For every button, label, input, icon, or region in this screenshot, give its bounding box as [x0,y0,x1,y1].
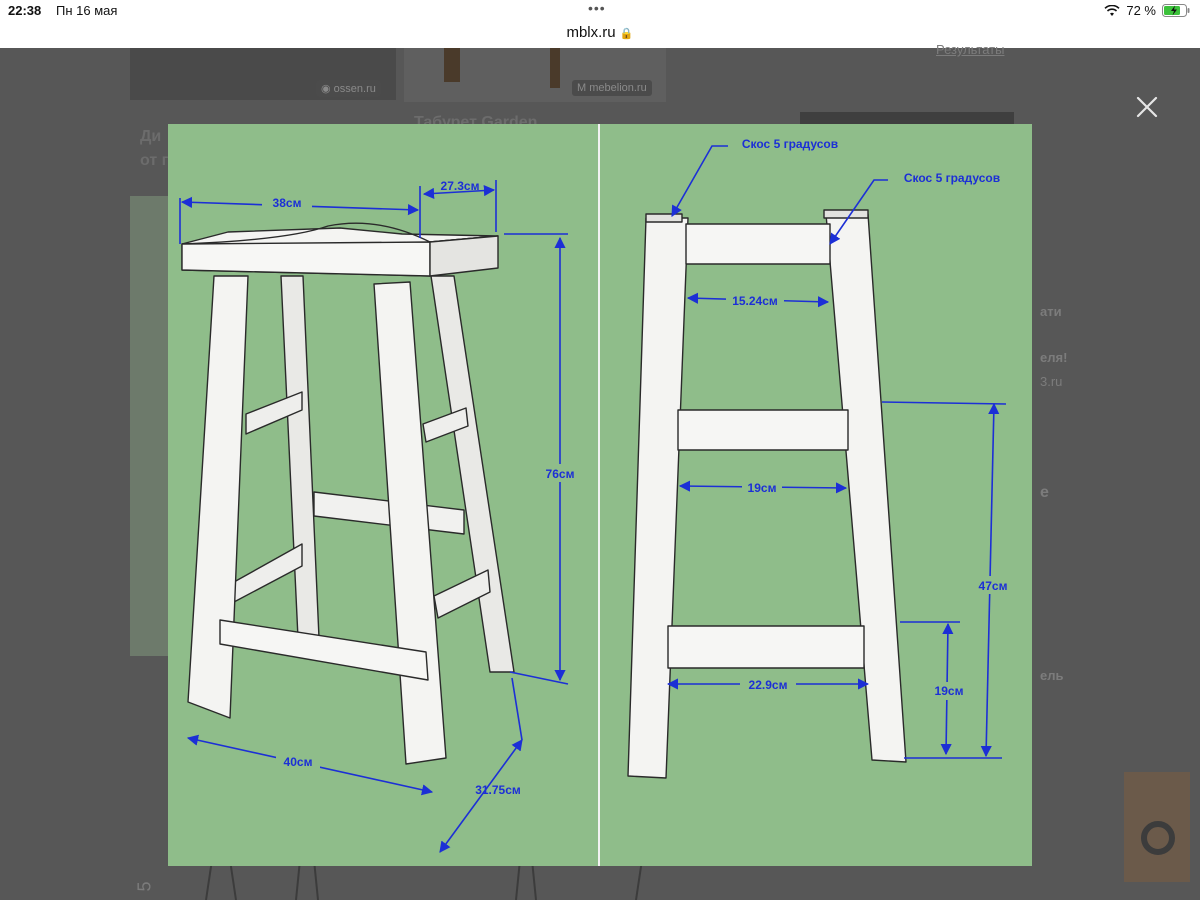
source-left-text: ossen.ru [333,83,376,95]
url-text[interactable]: mblx.ru 🔒 [0,24,1200,41]
lock-icon: 🔒 [619,28,634,40]
close-lightbox-button[interactable] [1132,92,1162,122]
status-bar: 22:38 Пн 16 мая ••• 72 % [0,0,1200,22]
battery-percent: 72 % [1126,3,1156,18]
stool-leg-thumb-2 [550,48,560,88]
label-bevel-left: Скос 5 градусов [742,137,838,151]
label-middle-rail: 19см [748,481,777,495]
battery-charging-icon [1162,4,1190,17]
stool-leg-thumb [444,48,460,82]
recaptcha-icon [1141,821,1175,855]
source-m-icon: M [577,82,587,94]
label-seat-depth: 27.3см [441,179,480,193]
lightbox-image[interactable]: 38см 27.3см 76см 40см 31.75см Скос 5 гра… [168,124,1032,866]
label-bevel-right: Скос 5 градусов [904,171,1000,185]
source-logo-icon: ◉ [321,83,331,95]
wifi-icon [1104,4,1120,16]
label-base-width: 40см [284,755,313,769]
card-left-subtitle: от г [140,152,169,169]
stool-diagram: 38см 27.3см 76см 40см 31.75см Скос 5 гра… [168,124,1032,866]
label-lower-rail-height: 19см [935,684,964,698]
label-top-rail: 15.24см [732,294,778,308]
status-date: Пн 16 мая [56,3,118,18]
side-text-4: е [1040,484,1049,501]
side-text-1: ати [1040,304,1062,319]
result-card-left-image[interactable] [130,196,168,656]
label-base-depth: 31.75см [475,783,521,797]
results-link[interactable]: Результаты [936,42,1004,57]
side-text-3: 3.ru [1040,374,1063,389]
label-seat-width: 38см [273,196,302,210]
label-height: 76см [546,467,575,481]
source-badge-mid: M mebelion.ru [572,80,652,96]
side-text-5: ель [1040,668,1064,683]
seat-front [181,241,431,277]
source-mid-text: mebelion.ru [589,82,647,94]
side-text-2: еля! [1040,350,1068,365]
close-icon [1136,96,1158,118]
rail-top [685,223,831,265]
card-left-title: Ди [140,128,162,145]
source-badge-left: ◉ ossen.ru [316,80,381,97]
status-indicators: 72 % [1104,3,1190,18]
label-rail-height: 47см [979,579,1008,593]
address-bar[interactable]: mblx.ru 🔒 [0,22,1200,49]
status-time: 22:38 [8,3,42,18]
label-bottom-rail: 22.9см [749,678,788,692]
bevel-right [823,209,869,219]
url-domain: mblx.ru [566,24,616,41]
bottom-left-text: 5 [134,881,155,892]
multitasking-dots-icon[interactable]: ••• [588,0,606,16]
rail-bottom [667,625,865,669]
rail-middle [677,409,849,451]
bevel-left [645,213,683,223]
